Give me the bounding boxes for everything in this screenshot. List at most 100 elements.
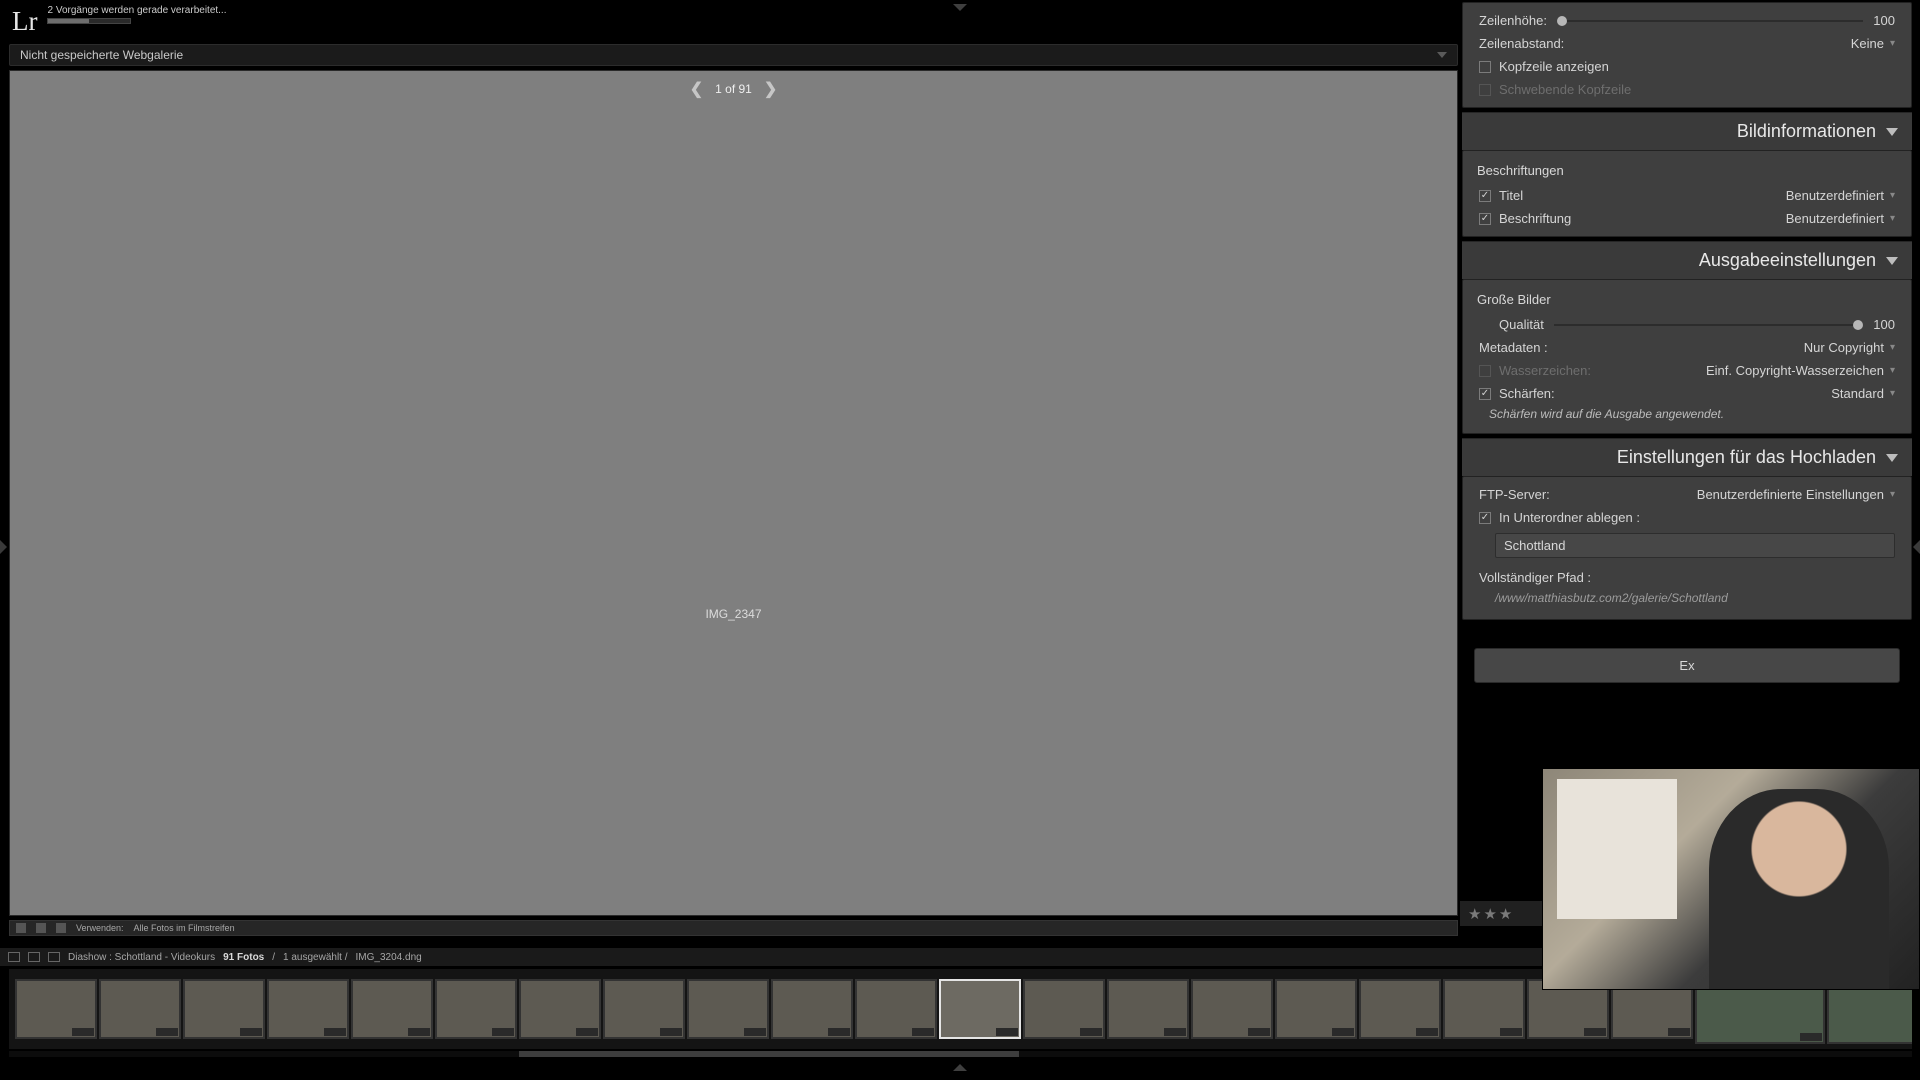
- crumb-current: IMG_3204.dng: [356, 952, 422, 963]
- filmstrip-thumb[interactable]: [1275, 979, 1357, 1039]
- title-label: Titel: [1499, 188, 1523, 203]
- crumb-sep: /: [272, 952, 275, 963]
- captions-subhead: Beschriftungen: [1463, 157, 1911, 184]
- quality-label: Qualität: [1499, 317, 1544, 332]
- chevron-icon: ▾: [1890, 365, 1895, 376]
- webcam-overlay: [1542, 768, 1920, 990]
- collapse-icon: [1886, 257, 1898, 265]
- chevron-icon: ▾: [1890, 489, 1895, 500]
- fullpath-value: /www/matthiasbutz.com2/galerie/Schottlan…: [1495, 591, 1895, 605]
- collapse-icon: [1886, 128, 1898, 136]
- filmstrip-thumb[interactable]: [687, 979, 769, 1039]
- left-panel-handle-icon[interactable]: [0, 540, 7, 554]
- metadata-value[interactable]: Nur Copyright: [1804, 340, 1884, 355]
- nav-back-icon[interactable]: [36, 923, 46, 933]
- filmstrip-thumb[interactable]: [267, 979, 349, 1039]
- title-value[interactable]: Benutzerdefiniert: [1786, 188, 1884, 203]
- floating-header-label: Schwebende Kopfzeile: [1499, 82, 1631, 97]
- filmstrip-thumb[interactable]: [351, 979, 433, 1039]
- filmstrip-thumb[interactable]: [1191, 979, 1273, 1039]
- ftp-value[interactable]: Benutzerdefinierte Einstellungen: [1697, 487, 1884, 502]
- chevron-icon: ▾: [1890, 342, 1895, 353]
- filmstrip-thumb[interactable]: [1443, 979, 1525, 1039]
- star-icon[interactable]: ★: [1468, 905, 1481, 923]
- filmstrip-thumb[interactable]: [183, 979, 265, 1039]
- star-icon[interactable]: ★: [1499, 905, 1512, 923]
- primary-display-icon[interactable]: [8, 952, 20, 962]
- row-height-label: Zeilenhöhe:: [1479, 13, 1547, 28]
- row-height-slider[interactable]: [1557, 20, 1863, 22]
- next-page-icon[interactable]: ❯: [764, 79, 777, 99]
- nav-fwd-icon[interactable]: [56, 923, 66, 933]
- prev-page-icon[interactable]: ❮: [690, 79, 703, 99]
- quality-slider[interactable]: [1554, 324, 1863, 326]
- app-logo: Lr: [12, 6, 37, 37]
- filmstrip-thumb[interactable]: [771, 979, 853, 1039]
- use-value[interactable]: Alle Fotos im Filmstreifen: [134, 923, 235, 933]
- secondary-display-icon[interactable]: [28, 952, 40, 962]
- title-checkbox[interactable]: [1479, 190, 1491, 202]
- section-upload[interactable]: Einstellungen für das Hochladen: [1462, 438, 1912, 476]
- export-button[interactable]: Ex: [1474, 648, 1900, 683]
- dropdown-icon: [1437, 52, 1447, 58]
- subfolder-checkbox[interactable]: [1479, 512, 1491, 524]
- quality-value: 100: [1873, 317, 1895, 332]
- filmstrip-thumb[interactable]: [15, 979, 97, 1039]
- right-panel-handle-icon[interactable]: [1913, 540, 1920, 554]
- filmstrip-thumb[interactable]: [1023, 979, 1105, 1039]
- use-label: Verwenden:: [76, 923, 124, 933]
- filmstrip-thumb[interactable]: [855, 979, 937, 1039]
- sharpen-note: Schärfen wird auf die Ausgabe angewendet…: [1463, 405, 1911, 427]
- show-header-label: Kopfzeile anzeigen: [1499, 59, 1609, 74]
- sharpen-value[interactable]: Standard: [1831, 386, 1884, 401]
- crumb-selected: 1 ausgewählt /: [283, 952, 348, 963]
- pager-text: 1 of 91: [715, 82, 752, 96]
- bottom-panel-handle-icon[interactable]: [953, 1064, 967, 1071]
- collapse-icon: [1886, 454, 1898, 462]
- watermark-checkbox[interactable]: [1479, 365, 1491, 377]
- filmstrip-thumb[interactable]: [603, 979, 685, 1039]
- top-panel-handle-icon[interactable]: [953, 4, 967, 11]
- metadata-label: Metadaten :: [1479, 340, 1548, 355]
- filmstrip-scrollbar[interactable]: [9, 1051, 1912, 1057]
- filmstrip-thumb[interactable]: [1359, 979, 1441, 1039]
- gallery-title-bar[interactable]: Nicht gespeicherte Webgalerie: [9, 44, 1458, 66]
- filmstrip-thumb[interactable]: [519, 979, 601, 1039]
- watermark-label: Wasserzeichen:: [1499, 363, 1591, 378]
- chevron-icon: ▾: [1890, 38, 1895, 49]
- caption-checkbox[interactable]: [1479, 213, 1491, 225]
- ftp-label: FTP-Server:: [1479, 487, 1550, 502]
- chevron-icon: ▾: [1890, 388, 1895, 399]
- chevron-icon: ▾: [1890, 190, 1895, 201]
- layout-icon[interactable]: [16, 923, 26, 933]
- star-icon[interactable]: ★: [1483, 905, 1496, 923]
- watermark-value: Einf. Copyright-Wasserzeichen: [1706, 363, 1884, 378]
- caption-label: Beschriftung: [1499, 211, 1571, 226]
- row-spacing-label: Zeilenabstand:: [1479, 36, 1564, 51]
- filmstrip-thumb[interactable]: [435, 979, 517, 1039]
- progress-bar: [47, 18, 131, 24]
- sharpen-checkbox[interactable]: [1479, 388, 1491, 400]
- floating-header-checkbox: [1479, 84, 1491, 96]
- crumb-count: 91 Fotos: [223, 952, 264, 963]
- subfolder-label: In Unterordner ablegen :: [1499, 510, 1640, 525]
- chevron-icon: ▾: [1890, 213, 1895, 224]
- sharpen-label: Schärfen:: [1499, 386, 1555, 401]
- subfolder-input[interactable]: Schottland: [1495, 533, 1895, 558]
- caption-value[interactable]: Benutzerdefiniert: [1786, 211, 1884, 226]
- crumb-path[interactable]: Diashow : Schottland - Videokurs: [68, 952, 215, 963]
- gallery-title: Nicht gespeicherte Webgalerie: [20, 48, 183, 62]
- preview-area: ❮ 1 of 91 ❯ IMG_2347: [9, 70, 1458, 916]
- row-height-value: 100: [1873, 13, 1895, 28]
- processing-status: 2 Vorgänge werden gerade verarbeitet...: [47, 5, 226, 16]
- row-spacing-value[interactable]: Keine: [1851, 36, 1884, 51]
- large-images-subhead: Große Bilder: [1463, 286, 1911, 313]
- filmstrip-thumb[interactable]: [939, 979, 1021, 1039]
- section-ausgabeeinstellungen[interactable]: Ausgabeeinstellungen: [1462, 241, 1912, 279]
- grid-icon[interactable]: [48, 952, 60, 962]
- filmstrip-thumb[interactable]: [99, 979, 181, 1039]
- filmstrip-thumb[interactable]: [1107, 979, 1189, 1039]
- preview-image-name: IMG_2347: [10, 607, 1457, 621]
- section-bildinformationen[interactable]: Bildinformationen: [1462, 112, 1912, 150]
- show-header-checkbox[interactable]: [1479, 61, 1491, 73]
